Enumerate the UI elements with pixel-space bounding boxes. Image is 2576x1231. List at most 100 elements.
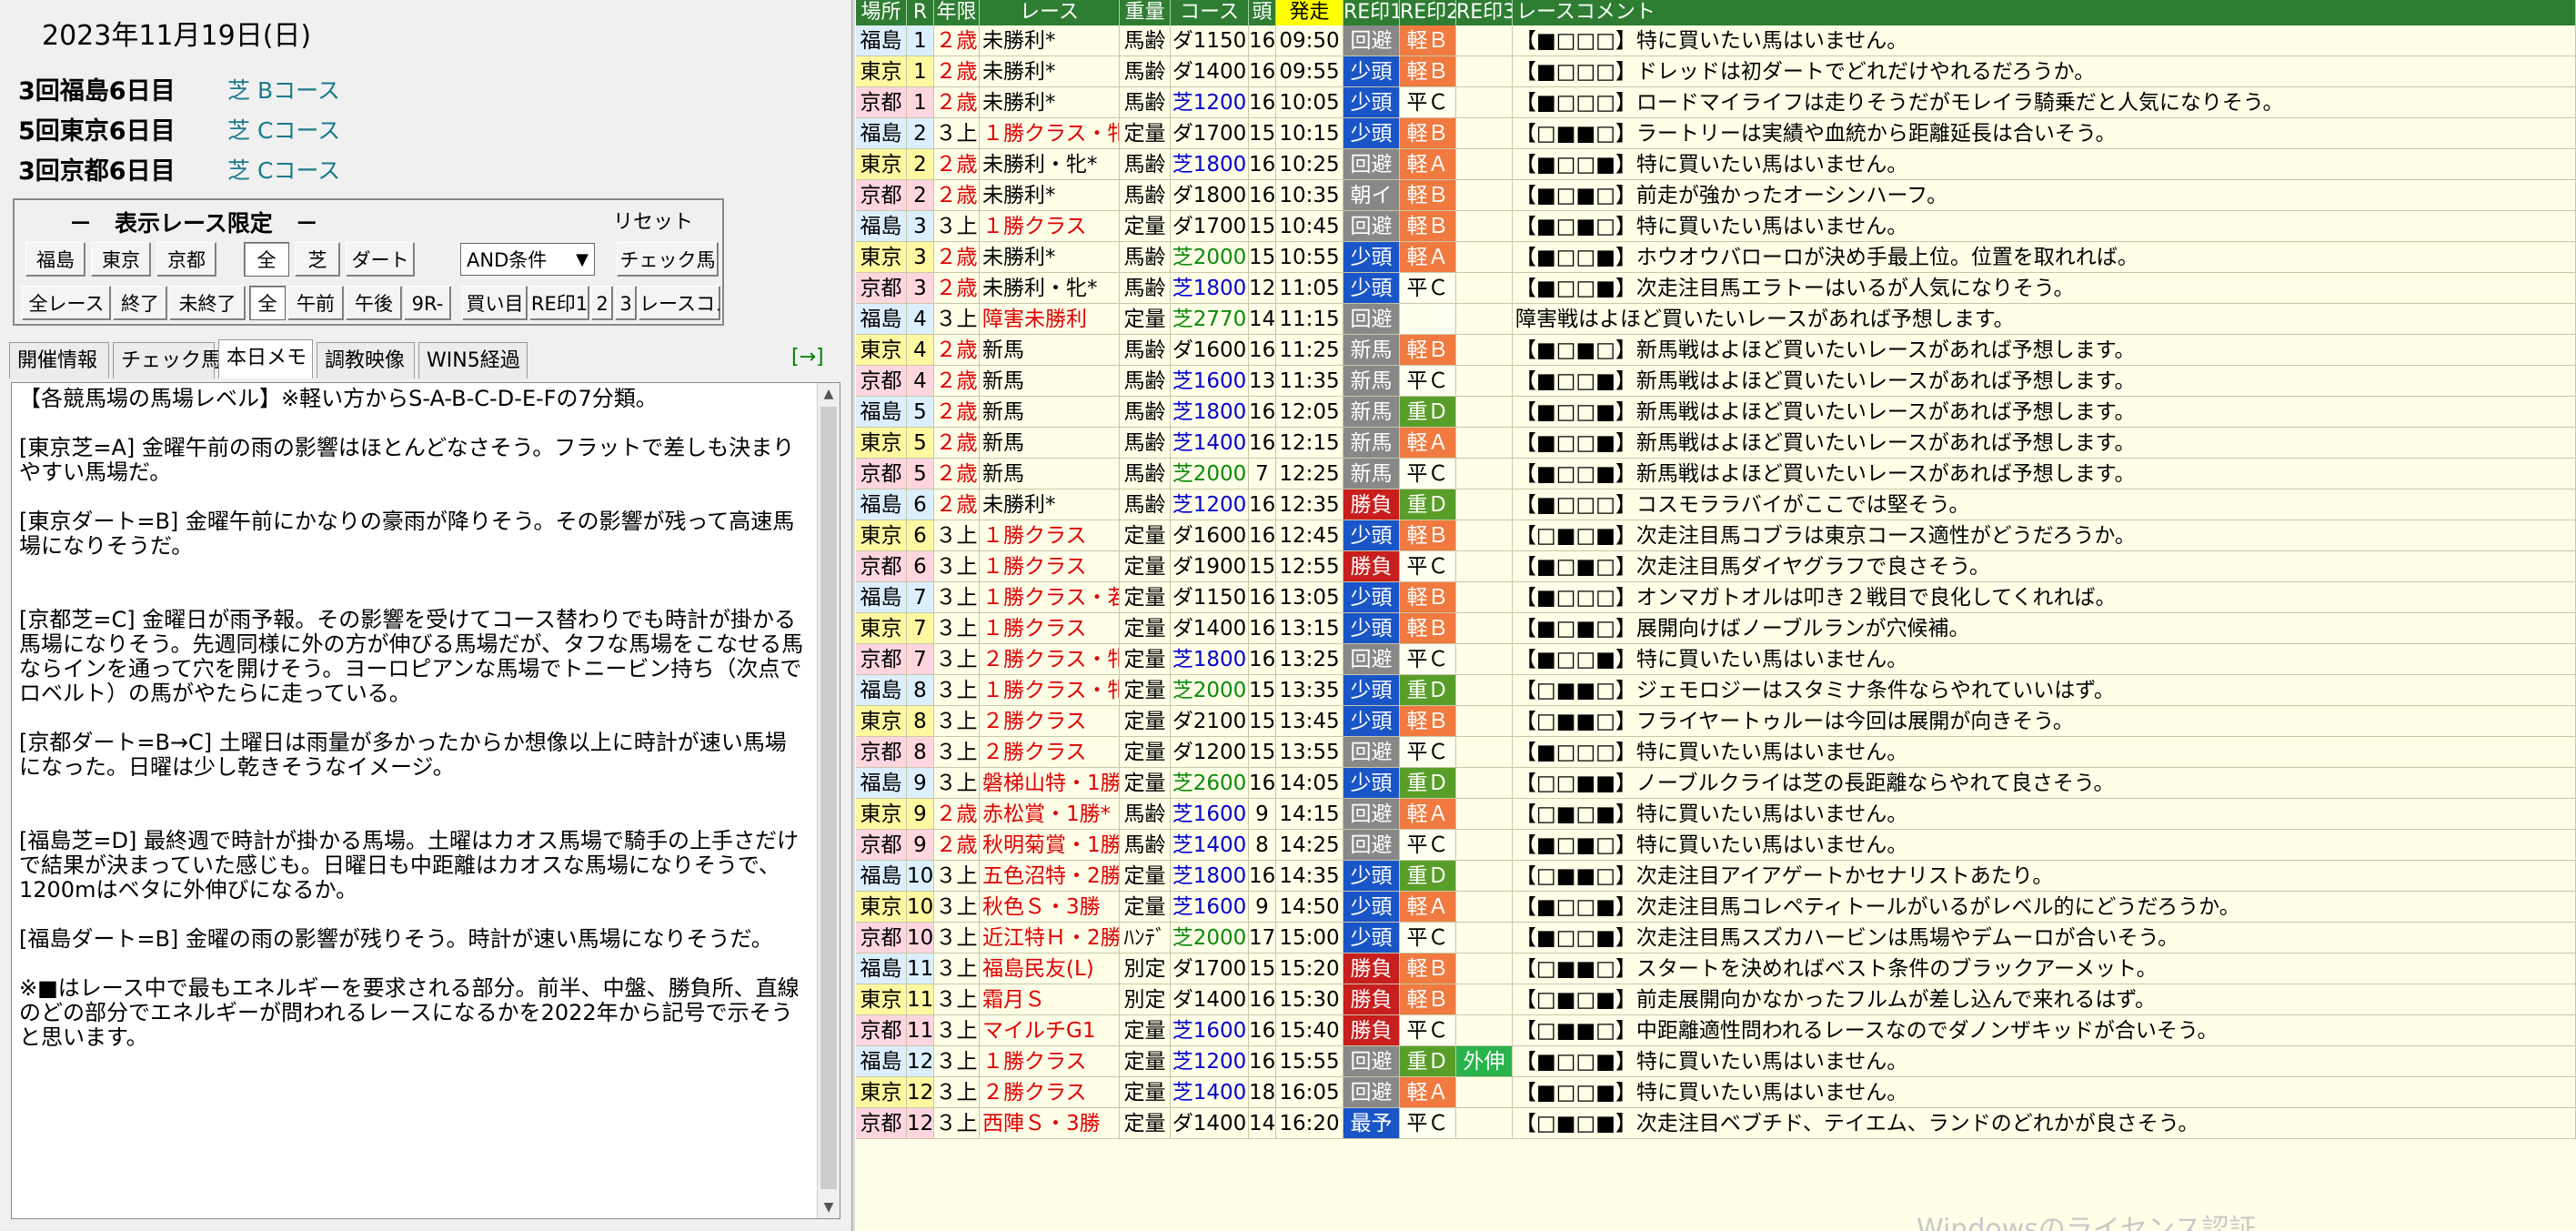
table-row[interactable]: 京都 2 ２歳 未勝利* 馬齢 ダ1800 16 10:35 朝イ 軽Ｂ 【■□■□】前走が強かった… <box>856 180 2576 211</box>
table-row[interactable]: 福島 11 ３上 福島民友(L) 別定 ダ1700 15 15:20 勝負 軽Ｂ 【□■■□】スター… <box>856 954 2576 984</box>
table-cell: 11:05 <box>1276 273 1343 304</box>
table-row[interactable]: 東京 6 ３上 １勝クラス 定量 ダ1600 16 12:45 少頭 軽Ｂ 【□■□■】次走注目馬コ… <box>856 520 2576 551</box>
table-row[interactable]: 福島 2 ３上 １勝クラス・牝 定量 ダ1700 15 10:15 少頭 軽Ｂ 【□■■□】ラートリ… <box>856 118 2576 149</box>
table-row[interactable]: 京都 1 ２歳 未勝利* 馬齢 芝1200 16 10:05 少頭 平Ｃ 【■□□□】ロードマイライ… <box>856 87 2576 118</box>
table-row[interactable]: 京都 6 ３上 １勝クラス 定量 ダ1900 15 12:55 勝負 平Ｃ 【■□■□】次走注目馬ダ… <box>856 551 2576 582</box>
table-row[interactable]: 東京 1 ２歳 未勝利* 馬齢 ダ1400 16 09:55 少頭 軽Ｂ 【■□□□】ドレッドは初ダ… <box>856 56 2576 87</box>
filter-re1-button[interactable]: RE印1 <box>529 286 589 320</box>
table-row[interactable]: 京都 9 ２歳 秋明菊賞・1勝 馬齢 芝1400 8 14:25 回避 平Ｃ 【■□■□】特に買いた… <box>856 830 2576 861</box>
table-row[interactable]: 京都 11 ３上 マイルチG1 定量 芝1600 16 15:40 勝負 平Ｃ 【□■■□】中距離適… <box>856 1015 2576 1046</box>
column-header[interactable]: コース <box>1171 0 1249 25</box>
table-row[interactable]: 福島 3 ３上 １勝クラス 定量 ダ1700 15 10:45 回避 軽Ｂ 【■□■□】特に買いたい… <box>856 211 2576 242</box>
filter-afternoon-button[interactable]: 午後 <box>346 286 402 320</box>
table-row[interactable]: 福島 4 ３上 障害未勝利 定量 芝2770 14 11:15 回避 障害戦はよほど買いたいレース… <box>856 304 2576 335</box>
tab-check-horse[interactable]: チェック馬 <box>113 342 221 378</box>
filter-fukushima-button[interactable]: 福島 <box>25 242 86 277</box>
filter-all-time-button[interactable]: 全 <box>249 286 286 320</box>
table-row[interactable]: 京都 4 ２歳 新馬 馬齢 芝1600 13 11:35 新馬 平Ｃ 【■□□■】新馬戦はよほど買い… <box>856 366 2576 397</box>
table-cell: ２歳 <box>934 149 980 180</box>
chevron-down-icon: ▼ <box>576 250 589 269</box>
filter-9r-button[interactable]: 9R- <box>404 286 451 320</box>
filter-re2-button[interactable]: 2 <box>591 286 613 320</box>
filter-dirt-button[interactable]: ダート <box>346 242 415 277</box>
filter-unfinished-button[interactable]: 未終了 <box>169 286 246 320</box>
table-cell: ダ1600 <box>1171 520 1249 551</box>
scroll-down-icon[interactable]: ▼ <box>818 1196 840 1218</box>
table-row[interactable]: 東京 2 ２歳 未勝利・牝* 馬齢 芝1800 16 10:25 回避 軽Ａ 【■□□■】特に買いた… <box>856 149 2576 180</box>
filter-turf-button[interactable]: 芝 <box>295 242 340 277</box>
table-row[interactable]: 東京 12 ３上 ２勝クラス 定量 芝1400 18 16:05 回避 軽Ａ 【■□□■】特に買いた… <box>856 1077 2576 1108</box>
table-row[interactable]: 東京 3 ２歳 未勝利* 馬齢 芝2000 15 10:55 少頭 軽Ａ 【■□□■】ホウオウバロー… <box>856 242 2576 273</box>
column-header[interactable]: 頭 <box>1249 0 1276 25</box>
table-row[interactable]: 京都 3 ２歳 未勝利・牝* 馬齢 芝1800 12 11:05 少頭 平Ｃ 【■□□■】次走注目馬… <box>856 273 2576 304</box>
table-cell: 9 <box>907 799 934 830</box>
table-cell: 4 <box>907 335 934 366</box>
tab-training-video[interactable]: 調教映像 <box>317 342 415 378</box>
table-row[interactable]: 東京 4 ２歳 新馬 馬齢 ダ1600 16 11:25 新馬 軽Ｂ 【■□■□】新馬戦はよほど買い… <box>856 335 2576 366</box>
filter-re3-button[interactable]: 3 <box>615 286 637 320</box>
filter-bets-button[interactable]: 買い目 <box>462 286 528 320</box>
table-cell: 京都 <box>856 87 907 118</box>
table-row[interactable]: 東京 11 ３上 霜月Ｓ 別定 ダ1400 16 15:30 勝負 軽Ｂ 【□■□■】前走展開向かな… <box>856 984 2576 1015</box>
table-row[interactable]: 福島 10 ３上 五色沼特・2勝 定量 芝1800 16 14:35 少頭 重Ｄ 【□■■□】次走注… <box>856 861 2576 892</box>
table-row[interactable]: 京都 7 ３上 ２勝クラス・牝 定量 芝1800 16 13:25 回避 平Ｃ 【■□□■】特に買い… <box>856 644 2576 675</box>
column-header[interactable]: レースコメント <box>1513 0 2576 25</box>
column-header[interactable]: 重量 <box>1120 0 1171 25</box>
filter-all-races-button[interactable]: 全レース <box>22 286 111 320</box>
filter-race-comment-button[interactable]: レースコメ <box>639 286 720 320</box>
filter-kyoto-button[interactable]: 京都 <box>156 242 216 277</box>
table-cell: ダ1900 <box>1171 551 1249 582</box>
table-cell: 馬齢 <box>1120 397 1171 428</box>
tab-win5[interactable]: WIN5経過 <box>418 342 528 378</box>
table-cell: 【■□■□】新馬戦はよほど買いたいレースがあれば予想します。 <box>1513 335 2576 366</box>
table-row[interactable]: 東京 5 ２歳 新馬 馬齢 芝1400 16 12:15 新馬 軽Ａ 【■□□■】新馬戦はよほど買い… <box>856 428 2576 459</box>
table-row[interactable]: 福島 7 ３上 １勝クラス・若 定量 ダ1150 16 13:05 少頭 軽Ｂ 【■□□□】オンマガ… <box>856 582 2576 613</box>
table-row[interactable]: 東京 10 ３上 秋色Ｓ・3勝 定量 芝1600 9 14:50 少頭 軽Ａ 【■□□■】次走注目馬… <box>856 892 2576 923</box>
table-row[interactable]: 東京 7 ３上 １勝クラス 定量 ダ1400 16 13:15 少頭 軽Ｂ 【■□■□】展開向けばノ… <box>856 613 2576 644</box>
table-cell: ３上 <box>934 923 980 954</box>
filter-morning-button[interactable]: 午前 <box>287 286 344 320</box>
column-header[interactable]: 発走 <box>1276 0 1343 25</box>
filter-tokyo-button[interactable]: 東京 <box>91 242 151 277</box>
column-header[interactable]: RE印2 <box>1400 0 1456 25</box>
reset-button[interactable]: リセット <box>613 206 693 235</box>
column-header[interactable]: RE印3 <box>1456 0 1513 25</box>
filter-finished-button[interactable]: 終了 <box>113 286 167 320</box>
column-header[interactable]: 場所 <box>856 0 907 25</box>
table-row[interactable]: 東京 8 ３上 ２勝クラス 定量 ダ2100 15 13:45 少頭 軽Ｂ 【□■■□】フライヤート… <box>856 706 2576 737</box>
table-row[interactable]: 東京 9 ２歳 赤松賞・1勝* 馬齢 芝1600 9 14:15 回避 軽Ａ 【□■□■】特に買いた… <box>856 799 2576 830</box>
column-header[interactable]: レース <box>980 0 1120 25</box>
table-cell: 15:00 <box>1276 923 1343 954</box>
column-header[interactable]: RE印1 <box>1343 0 1400 25</box>
table-row[interactable]: 京都 8 ３上 ２勝クラス 定量 ダ1200 15 13:55 回避 平Ｃ 【■□□□】特に買いたい… <box>856 737 2576 768</box>
table-cell: 馬齢 <box>1120 273 1171 304</box>
table-row[interactable]: 福島 1 ２歳 未勝利* 馬齢 ダ1150 16 09:50 回避 軽Ｂ 【■□□□】特に買いたい馬… <box>856 25 2576 56</box>
table-cell: 芝1800 <box>1171 273 1249 304</box>
table-row[interactable]: 福島 12 ３上 １勝クラス 定量 芝1200 16 15:55 回避 重Ｄ 外伸 【■□□■】特に買… <box>856 1046 2576 1077</box>
condition-select[interactable]: AND条件 ▼ <box>460 243 595 276</box>
memo-scrollbar[interactable]: ▲ ▼ <box>817 383 840 1218</box>
table-row[interactable]: 福島 9 ３上 磐梯山特・1勝 定量 芝2600 16 14:05 少頭 重Ｄ 【□□■■】ノーブル… <box>856 768 2576 799</box>
table-cell: 16 <box>1249 397 1276 428</box>
table-row[interactable]: 福島 5 ２歳 新馬 馬齢 芝1800 16 12:05 新馬 重Ｄ 【■□□■】新馬戦はよほど買い… <box>856 397 2576 428</box>
scroll-up-icon[interactable]: ▲ <box>818 383 840 405</box>
table-cell: 少頭 <box>1343 582 1400 613</box>
table-row[interactable]: 京都 10 ３上 近江特Ｈ・2勝 ﾊﾝﾃﾞ 芝2000 17 15:00 少頭 平Ｃ 【■□□■】次… <box>856 923 2576 954</box>
table-row[interactable]: 京都 12 ３上 西陣Ｓ・3勝 定量 ダ1400 14 16:20 最予 平Ｃ 【□■□■】次走注目… <box>856 1108 2576 1139</box>
column-header[interactable]: 年限 <box>934 0 980 25</box>
filter-all-surface-button[interactable]: 全 <box>244 242 289 277</box>
table-cell: 東京 <box>856 1077 907 1108</box>
table-cell: 【■□□□】オンマガトオルは叩き２戦目で良化してくれれば。 <box>1513 582 2576 613</box>
table-cell: ２歳 <box>934 25 980 56</box>
tab-meeting-info[interactable]: 開催情報 <box>9 342 109 378</box>
table-cell: 軽Ｂ <box>1400 211 1456 242</box>
tab-today-memo[interactable]: 本日メモ <box>218 339 313 378</box>
check-horse-button[interactable]: チェック馬 <box>617 242 719 277</box>
memo-area[interactable]: 【各競馬場の馬場レベル】※軽い方からS-A-B-C-D-E-Fの7分類。 [東京… <box>11 382 840 1219</box>
scroll-thumb[interactable] <box>820 407 837 1189</box>
table-row[interactable]: 福島 8 ３上 １勝クラス・牝 定量 芝2000 15 13:35 少頭 重Ｄ 【□■■□】ジェモロ… <box>856 675 2576 706</box>
column-header[interactable]: R <box>907 0 934 25</box>
table-row[interactable]: 福島 6 ２歳 未勝利* 馬齢 芝1200 16 12:35 勝負 重Ｄ 【■□□□】コスモララバイ… <box>856 489 2576 520</box>
expand-arrow-link[interactable]: [→] <box>791 346 824 368</box>
table-row[interactable]: 京都 5 ２歳 新馬 馬齢 芝2000 7 12:25 新馬 平Ｃ 【■□□■】新馬戦はよほど買いた… <box>856 459 2576 489</box>
